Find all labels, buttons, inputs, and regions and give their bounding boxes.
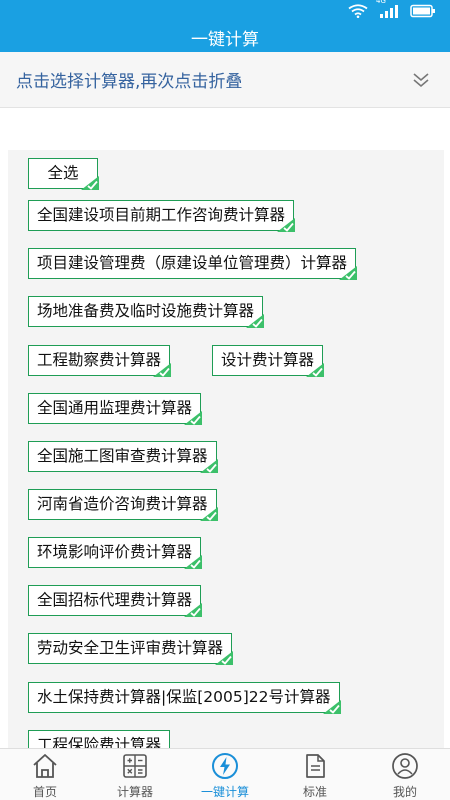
chip-label: 环境影响评价费计算器 [37, 543, 193, 561]
check-corner-icon [184, 555, 203, 569]
check-corner-icon [322, 700, 341, 714]
document-icon [306, 754, 325, 778]
chip-calculator[interactable]: 设计费计算器 [212, 345, 325, 377]
chip-label: 全国招标代理费计算器 [37, 591, 193, 609]
tab-home[interactable]: 首页 [0, 749, 90, 800]
chip-calculator[interactable]: 劳动安全卫生评审费计算器 [28, 633, 234, 665]
check-corner-icon [184, 603, 203, 617]
chip-label: 全选 [47, 164, 79, 182]
chip-select-all[interactable]: 全选 [28, 158, 99, 190]
wifi-icon [348, 4, 368, 18]
chip-label: 工程勘察费计算器 [37, 351, 162, 369]
chip-calculator[interactable]: 项目建设管理费（原建设单位管理费）计算器 [28, 248, 358, 280]
chip-label: 全国通用监理费计算器 [37, 399, 193, 417]
app-title-bar: 一键计算 [0, 22, 450, 52]
calculator-icon [123, 754, 147, 778]
chip-calculator[interactable]: 工程保险费计算器 [28, 730, 171, 748]
chip-label: 场地准备费及临时设施费计算器 [37, 302, 255, 320]
tab-label: 计算器 [116, 785, 153, 799]
tab-mine[interactable]: 我的 [360, 749, 450, 800]
chip-calculator[interactable]: 水土保持费计算器|保监[2005]22号计算器 [28, 682, 341, 714]
chip-calculator[interactable]: 全国建设项目前期工作咨询费计算器 [28, 200, 296, 232]
bottom-tab-bar: 首页 计算器 一键计算 标准 我的 [0, 748, 450, 800]
tab-label: 标准 [302, 785, 327, 799]
chip-calculator[interactable]: 场地准备费及临时设施费计算器 [28, 296, 265, 328]
chip-label: 设计费计算器 [221, 351, 315, 369]
tab-label: 首页 [32, 785, 57, 799]
chip-calculator[interactable]: 全国招标代理费计算器 [28, 585, 203, 617]
chip-calculator[interactable]: 环境影响评价费计算器 [28, 537, 203, 569]
chip-calculator[interactable]: 全国通用监理费计算器 [28, 393, 203, 425]
check-corner-icon [339, 266, 358, 280]
chip-calculator[interactable]: 工程勘察费计算器 [28, 345, 172, 377]
chip-label: 河南省造价咨询费计算器 [37, 495, 208, 513]
tab-label: 一键计算 [200, 785, 249, 799]
chip-label: 工程保险费计算器 [37, 736, 162, 748]
chip-calculator[interactable]: 全国施工图审查费计算器 [28, 441, 218, 473]
double-chevron-down-icon [413, 73, 429, 88]
status-bar: 4G [0, 0, 450, 22]
chip-label: 全国建设项目前期工作咨询费计算器 [37, 206, 286, 224]
tab-one-click-calc[interactable]: 一键计算 [180, 749, 270, 800]
chip-label: 劳动安全卫生评审费计算器 [37, 639, 224, 657]
page-title: 一键计算 [191, 29, 259, 50]
collapse-toggle[interactable]: 点击选择计算器,再次点击折叠 [0, 52, 450, 108]
chip-calculator[interactable]: 河南省造价咨询费计算器 [28, 489, 218, 521]
tab-standards[interactable]: 标准 [270, 749, 360, 800]
check-corner-icon [199, 507, 218, 521]
collapse-header-label: 点击选择计算器,再次点击折叠 [16, 72, 243, 92]
lightning-icon [212, 753, 238, 779]
tab-label: 我的 [392, 785, 417, 799]
check-corner-icon [199, 459, 218, 473]
check-corner-icon [81, 176, 99, 190]
check-corner-icon [153, 363, 172, 377]
check-corner-icon [215, 651, 234, 665]
user-icon [392, 753, 418, 779]
signal-icon: 4G [376, 0, 400, 18]
chip-label: 全国施工图审查费计算器 [37, 447, 208, 465]
battery-icon [410, 4, 436, 18]
check-corner-icon [277, 218, 296, 232]
check-corner-icon [246, 314, 265, 328]
home-icon [33, 754, 57, 778]
tab-calculator[interactable]: 计算器 [90, 749, 180, 800]
network-type-label: 4G [376, 0, 386, 5]
check-corner-icon [306, 363, 325, 377]
chip-label: 水土保持费计算器|保监[2005]22号计算器 [37, 688, 331, 706]
calculator-selection-area: 全选 全国建设项目前期工作咨询费计算器 项目建设管理费（原建设单位管理费）计算器… [0, 108, 450, 748]
check-corner-icon [184, 411, 203, 425]
chip-label: 项目建设管理费（原建设单位管理费）计算器 [37, 254, 348, 272]
